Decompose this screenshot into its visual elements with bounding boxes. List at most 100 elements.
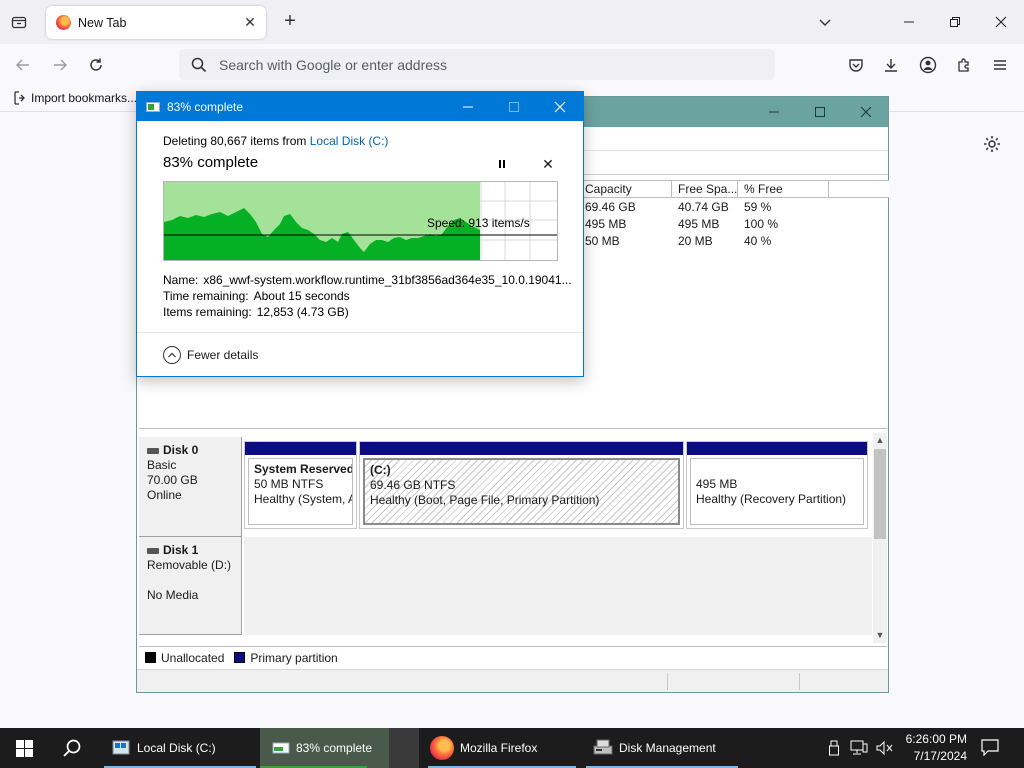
partition-name: System Reserved [254, 462, 353, 476]
import-bookmarks-label: Import bookmarks... [31, 91, 138, 105]
legend-label: Primary partition [250, 650, 338, 665]
disk-size: 70.00 GB [147, 473, 198, 487]
address-bar[interactable] [179, 49, 775, 80]
time-remaining-value: About 15 seconds [253, 289, 350, 303]
download-icon[interactable] [878, 52, 904, 78]
disk-type: Removable (D:) [147, 558, 232, 572]
partition-bar [687, 442, 867, 455]
scroll-up-icon[interactable]: ▲ [873, 435, 887, 445]
capacity-cell: 69.46 GB [585, 200, 636, 214]
usb-drive-icon[interactable] [826, 740, 842, 756]
progress-window-icon [146, 101, 160, 112]
capacity-cell: 50 MB [585, 234, 620, 248]
items-remaining-value: 12,853 (4.73 GB) [256, 305, 349, 319]
items-remaining-label: Items remaining: [163, 305, 252, 319]
maximize-icon[interactable] [797, 97, 843, 127]
account-icon[interactable] [915, 52, 941, 78]
pause-button[interactable] [493, 155, 511, 173]
partition-body: System Reserved 50 MB NTFS Healthy (Syst… [248, 458, 353, 525]
maximize-icon[interactable] [491, 92, 537, 121]
pocket-icon[interactable] [843, 52, 869, 78]
progress-window-icon [272, 742, 290, 754]
name-value: x86_wwf-system.workflow.runtime_31bf3856… [203, 273, 572, 287]
taskbar-app-local-disk[interactable]: Local Disk (C:) [104, 728, 256, 768]
disk-1-label[interactable]: Disk 1 Removable (D:) No Media [139, 537, 242, 635]
cancel-operation-button[interactable]: ✕ [539, 155, 557, 173]
tab-close-icon[interactable]: ✕ [242, 14, 258, 30]
scroll-thumb[interactable] [874, 449, 886, 539]
free-space-cell: 20 MB [678, 234, 713, 248]
start-button[interactable] [0, 728, 48, 768]
tab-new-tab[interactable]: New Tab ✕ [46, 6, 266, 39]
tab-title: New Tab [78, 15, 127, 30]
clock[interactable]: 6:26:00 PM 7/17/2024 [897, 731, 967, 765]
dialog-title: 83% complete [167, 99, 244, 114]
chevron-down-icon[interactable] [815, 12, 835, 32]
notification-center-icon[interactable] [980, 738, 1002, 758]
network-icon[interactable] [850, 740, 868, 756]
vertical-scrollbar[interactable]: ▲ ▼ [873, 433, 887, 643]
clock-date: 7/17/2024 [913, 749, 967, 763]
minimize-icon[interactable] [886, 0, 932, 44]
forward-arrow-icon[interactable] [47, 52, 73, 78]
minimize-icon[interactable] [445, 92, 491, 121]
percent-complete-heading: 83% complete [163, 154, 259, 171]
gear-icon[interactable] [982, 134, 1002, 154]
extensions-icon[interactable] [951, 52, 977, 78]
hamburger-menu-icon[interactable] [987, 52, 1013, 78]
legend-swatch-primary [234, 652, 246, 663]
speed-label: Speed: 913 items/s [427, 216, 530, 230]
partition-c-drive[interactable]: (C:) 69.46 GB NTFS Healthy (Boot, Page F… [359, 441, 684, 529]
taskbar-app-spacer[interactable] [389, 728, 419, 768]
reload-icon[interactable] [83, 52, 109, 78]
partition-recovery[interactable]: 495 MB Healthy (Recovery Partition) [686, 441, 868, 529]
table-row[interactable]: 50 MB 20 MB 40 % [579, 233, 829, 250]
disk-0-label[interactable]: Disk 0 Basic 70.00 GB Online [139, 437, 242, 537]
name-label: Name: [163, 273, 199, 287]
table-row[interactable]: 495 MB 495 MB 100 % [579, 216, 829, 233]
taskbar-app-label: 83% complete [296, 741, 373, 755]
status-bar [137, 669, 888, 692]
source-location-link[interactable]: Local Disk (C:) [310, 134, 389, 148]
table-row[interactable]: 69.46 GB 40.74 GB 59 % [579, 199, 829, 216]
search-input[interactable] [219, 56, 739, 73]
partition-bar [245, 442, 356, 455]
column-header-free-space[interactable]: Free Spa... [672, 180, 738, 198]
partition-status: Healthy (System, A [254, 492, 353, 506]
minimize-icon[interactable] [751, 97, 797, 127]
taskbar-app-label: Disk Management [619, 741, 716, 755]
taskbar-app-progress[interactable]: 83% complete [260, 728, 389, 768]
firefox-icon [430, 736, 454, 760]
disk-name: Disk 1 [163, 543, 199, 557]
drive-icon [112, 740, 130, 755]
partition-size: 69.46 GB NTFS [370, 478, 456, 492]
taskbar-search-button[interactable] [48, 728, 96, 768]
partition-size: 50 MB NTFS [254, 477, 324, 491]
column-header-percent-free[interactable]: % Free [738, 180, 829, 198]
search-icon [63, 739, 81, 757]
close-icon[interactable] [978, 0, 1024, 44]
scroll-down-icon[interactable]: ▼ [873, 630, 887, 640]
disk-graphical-view: Disk 0 Basic 70.00 GB Online System Rese… [139, 433, 887, 643]
new-tab-plus-icon[interactable]: + [280, 11, 300, 32]
disk-icon [147, 447, 159, 454]
back-arrow-icon[interactable] [10, 52, 36, 78]
browser-tab-bar: New Tab ✕ + [0, 0, 1024, 44]
partition-system-reserved[interactable]: System Reserved 50 MB NTFS Healthy (Syst… [244, 441, 357, 529]
restore-icon[interactable] [932, 0, 978, 44]
column-header-capacity[interactable]: Capacity [579, 180, 672, 198]
close-icon[interactable] [537, 92, 583, 121]
disk-type: Basic [147, 458, 177, 472]
dialog-titlebar: 83% complete [137, 92, 583, 121]
import-bookmarks-link[interactable]: Import bookmarks... [12, 91, 137, 105]
close-icon[interactable] [843, 97, 889, 127]
fewer-details-button[interactable]: Fewer details [163, 346, 258, 364]
column-header-blank [829, 180, 889, 198]
tab-list-icon[interactable] [6, 9, 32, 35]
capacity-cell: 495 MB [585, 217, 627, 231]
taskbar-app-label: Local Disk (C:) [137, 741, 216, 755]
taskbar-app-disk-management[interactable]: Disk Management [586, 728, 738, 768]
volume-muted-icon[interactable] [876, 740, 894, 756]
percent-free-cell: 40 % [744, 234, 772, 248]
taskbar-app-firefox[interactable]: Mozilla Firefox [428, 728, 576, 768]
